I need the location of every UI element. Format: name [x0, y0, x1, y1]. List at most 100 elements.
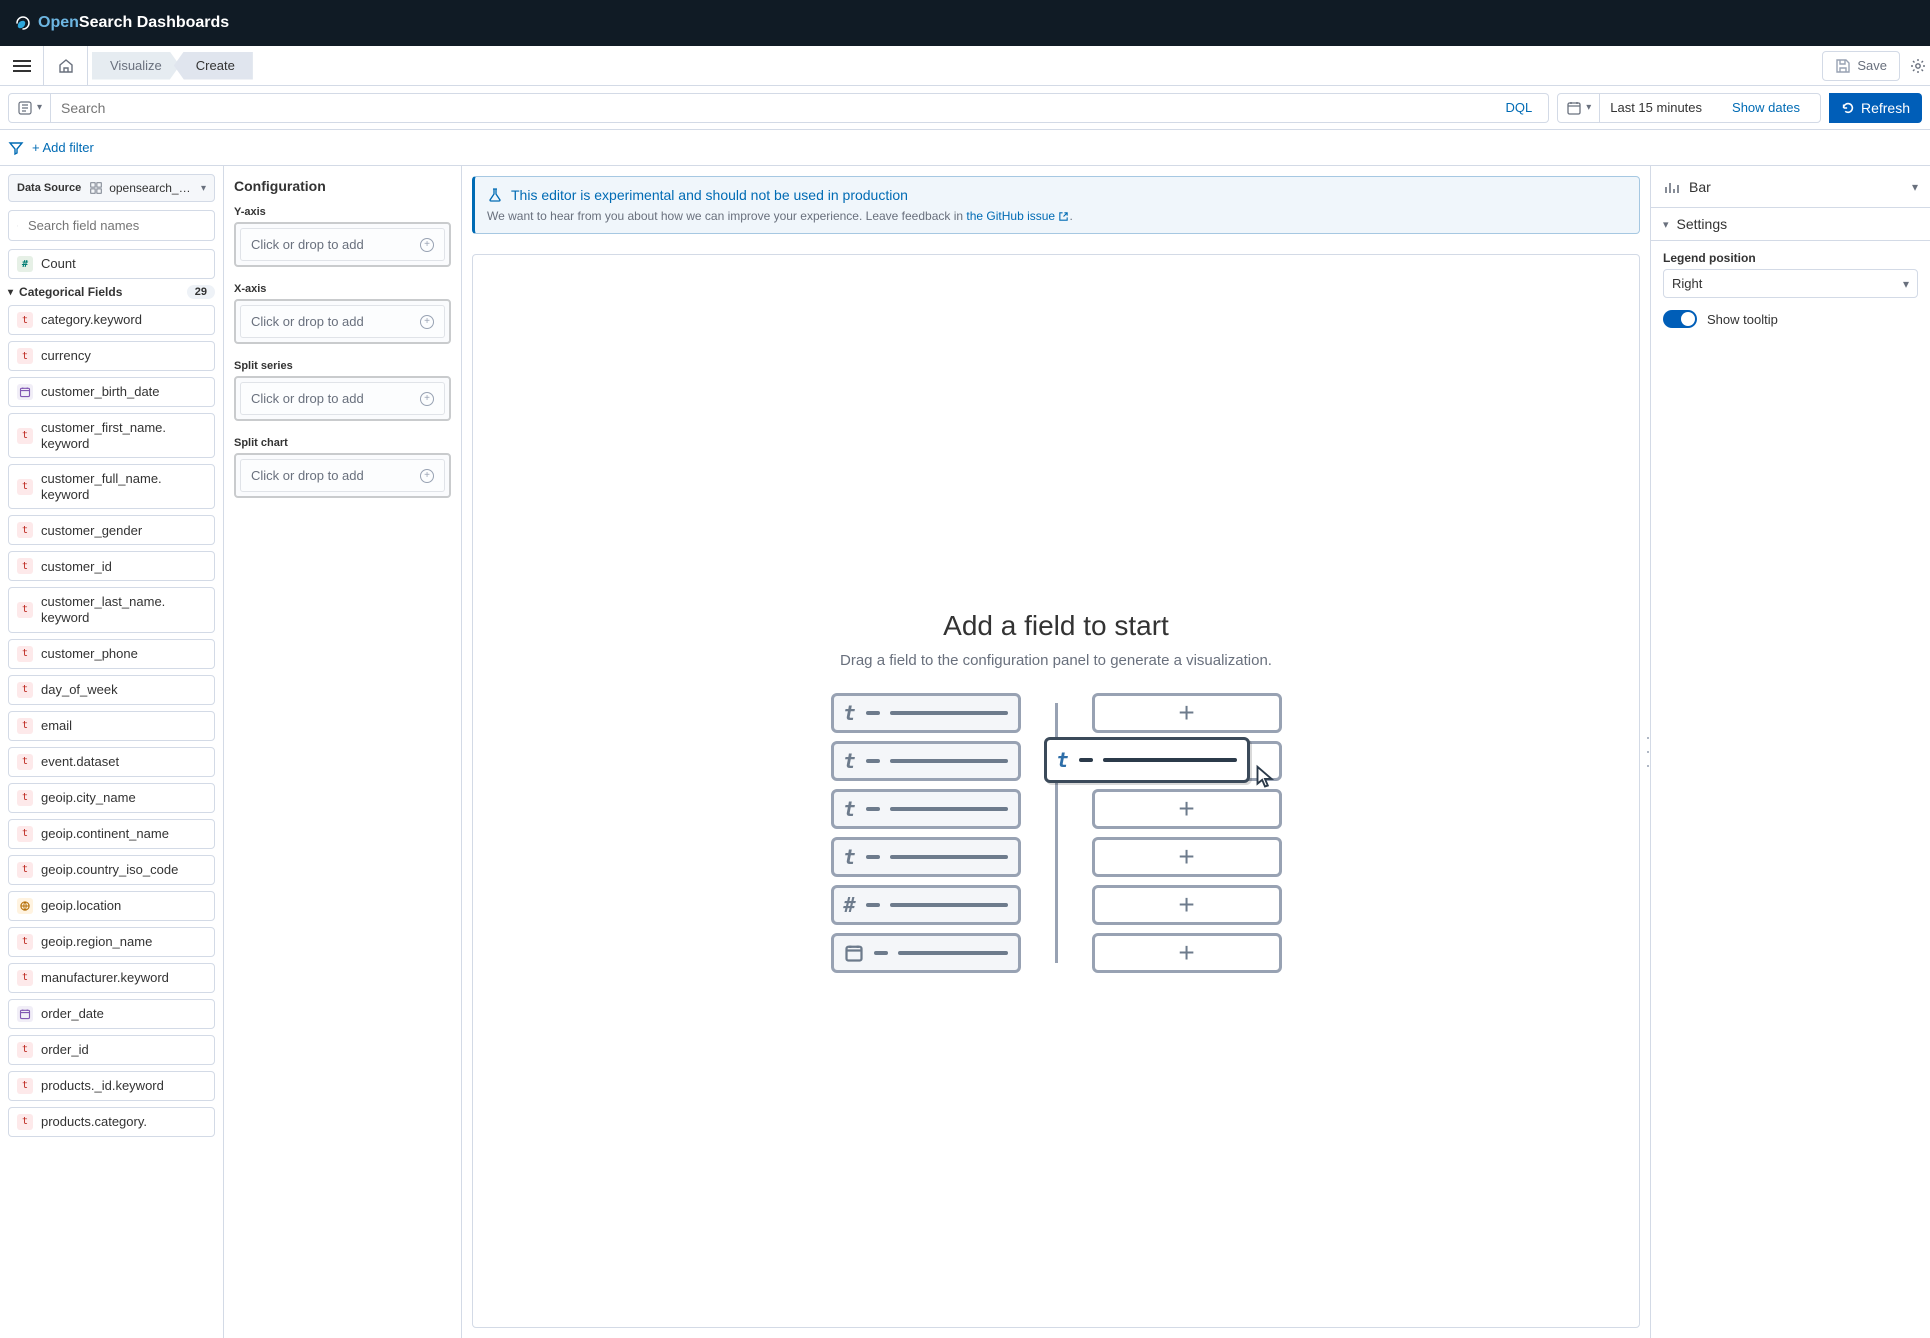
field-label: geoip.city_name [41, 790, 136, 806]
field-type-t-icon: t [17, 312, 33, 328]
datasource-label: Data Source [17, 182, 81, 194]
field-item[interactable]: tmanufacturer.keyword [8, 963, 215, 993]
split-series-dropzone[interactable]: Click or drop to add + [234, 376, 451, 421]
field-label: email [41, 718, 72, 734]
breadcrumb-previous[interactable]: Visualize [92, 52, 180, 80]
query-input[interactable] [59, 99, 1497, 117]
field-item[interactable]: tgeoip.continent_name [8, 819, 215, 849]
field-label: category.keyword [41, 312, 142, 328]
refresh-icon [1841, 101, 1855, 115]
field-type-t-icon: t [17, 754, 33, 770]
settings-panel: Bar ▾ ▾ Settings Legend position Right ▾… [1650, 166, 1930, 1338]
field-type-t-icon: t [17, 558, 33, 574]
search-icon [17, 219, 18, 233]
field-label: order_id [41, 1042, 89, 1058]
dropzone-placeholder: Click or drop to add [251, 391, 364, 406]
panel-resize-handle[interactable] [1647, 737, 1650, 767]
workspace: This editor is experimental and should n… [462, 166, 1650, 1338]
save-button[interactable]: Save [1822, 51, 1900, 81]
field-item[interactable]: tcustomer_gender [8, 515, 215, 545]
empty-illustration: t t t t # + + t + + + [831, 693, 1282, 973]
field-item[interactable]: tproducts._id.keyword [8, 1071, 215, 1101]
configuration-heading: Configuration [234, 178, 451, 194]
field-item[interactable]: tcustomer_first_name.keyword [8, 413, 215, 458]
breadcrumb-current: Create [174, 52, 253, 80]
field-type-t-icon: t [17, 970, 33, 986]
add-filter-link[interactable]: + Add filter [32, 140, 94, 155]
field-item[interactable]: temail [8, 711, 215, 741]
calendar-icon [1566, 100, 1582, 116]
yaxis-label: Y-axis [234, 206, 451, 218]
field-item[interactable]: t geoip.city_name [8, 783, 215, 813]
show-tooltip-toggle[interactable] [1663, 310, 1697, 328]
field-label: customer_id [41, 559, 112, 575]
field-item[interactable]: order_date [8, 999, 215, 1029]
legend-position-select[interactable]: Right ▾ [1663, 269, 1918, 298]
field-type-t-icon: t [17, 348, 33, 364]
filter-menu-button[interactable] [8, 140, 24, 156]
field-type-t-icon: t [17, 934, 33, 950]
fields-sidebar: Data Source opensearch_dashboards_sample… [0, 166, 224, 1338]
chevron-down-icon: ▾ [1663, 218, 1669, 231]
field-label: geoip.country_iso_code [41, 862, 178, 878]
vis-type-selector[interactable]: Bar ▾ [1651, 166, 1930, 208]
nav-toggle-button[interactable] [0, 46, 44, 86]
field-item[interactable]: t currency [8, 341, 215, 371]
page-settings-button[interactable] [1908, 58, 1928, 74]
calendar-button[interactable]: ▾ [1558, 94, 1600, 122]
query-language-label[interactable]: DQL [1497, 100, 1540, 115]
query-language-button[interactable]: ▾ [8, 93, 51, 123]
field-search-input[interactable] [26, 217, 206, 234]
chevron-down-icon: ▾ [1912, 180, 1918, 194]
beaker-icon [487, 187, 503, 203]
field-item[interactable]: t geoip.region_name [8, 927, 215, 957]
field-item[interactable]: tcustomer_full_name.keyword [8, 464, 215, 509]
filter-bar: + Add filter [0, 130, 1930, 166]
query-input-wrap[interactable]: DQL [51, 93, 1549, 123]
field-label: geoip.region_name [41, 934, 152, 950]
field-item[interactable]: tday_of_week [8, 675, 215, 705]
yaxis-dropzone[interactable]: Click or drop to add+ [234, 222, 451, 267]
field-item[interactable]: tgeoip.country_iso_code [8, 855, 215, 885]
add-icon: + [420, 238, 434, 252]
field-item[interactable]: torder_id [8, 1035, 215, 1065]
field-item[interactable]: t customer_last_name.keyword [8, 587, 215, 632]
xaxis-label: X-axis [234, 283, 451, 295]
product-logo: OpenSearch Dashboards [14, 14, 229, 32]
field-type-t-icon: t [17, 602, 33, 618]
settings-heading: Settings [1677, 216, 1728, 232]
bar-chart-icon [1663, 179, 1679, 195]
add-icon: + [420, 392, 434, 406]
field-item[interactable]: tproducts.category. [8, 1107, 215, 1137]
field-item[interactable]: customer_birth_date [8, 377, 215, 407]
field-type-t-icon: t [17, 790, 33, 806]
settings-section-header[interactable]: ▾ Settings [1651, 208, 1930, 241]
field-label: currency [41, 348, 91, 364]
field-type-date-icon [17, 1006, 33, 1022]
field-label: customer_last_name.keyword [41, 594, 206, 625]
time-range-label[interactable]: Last 15 minutes [1600, 100, 1712, 115]
home-button[interactable] [44, 46, 88, 85]
field-search[interactable] [8, 210, 215, 241]
field-item[interactable]: tevent.dataset [8, 747, 215, 777]
field-label: customer_gender [41, 523, 142, 539]
categorical-section-header[interactable]: ▾ Categorical Fields 29 [8, 285, 215, 299]
chevron-down-icon: ▾ [201, 183, 206, 194]
time-picker[interactable]: ▾ Last 15 minutes Show dates [1557, 93, 1821, 123]
field-label: customer_phone [41, 646, 138, 662]
vis-type-label: Bar [1689, 179, 1711, 195]
field-item[interactable]: t customer_id [8, 551, 215, 581]
field-count[interactable]: # Count [8, 249, 215, 279]
xaxis-dropzone[interactable]: Click or drop to add+ [234, 299, 451, 344]
refresh-button[interactable]: Refresh [1829, 93, 1922, 123]
field-label: geoip.location [41, 898, 121, 914]
field-item[interactable]: tcustomer_phone [8, 639, 215, 669]
split-chart-dropzone[interactable]: Click or drop to add+ [234, 453, 451, 498]
field-label: customer_first_name.keyword [41, 420, 206, 451]
callout-github-link[interactable]: the GitHub issue [966, 209, 1069, 223]
add-icon: + [420, 315, 434, 329]
show-dates-link[interactable]: Show dates [1722, 100, 1810, 115]
field-item[interactable]: t category.keyword [8, 305, 215, 335]
field-item[interactable]: geoip.location [8, 891, 215, 921]
datasource-selector[interactable]: Data Source opensearch_dashboards_sample… [8, 174, 215, 202]
